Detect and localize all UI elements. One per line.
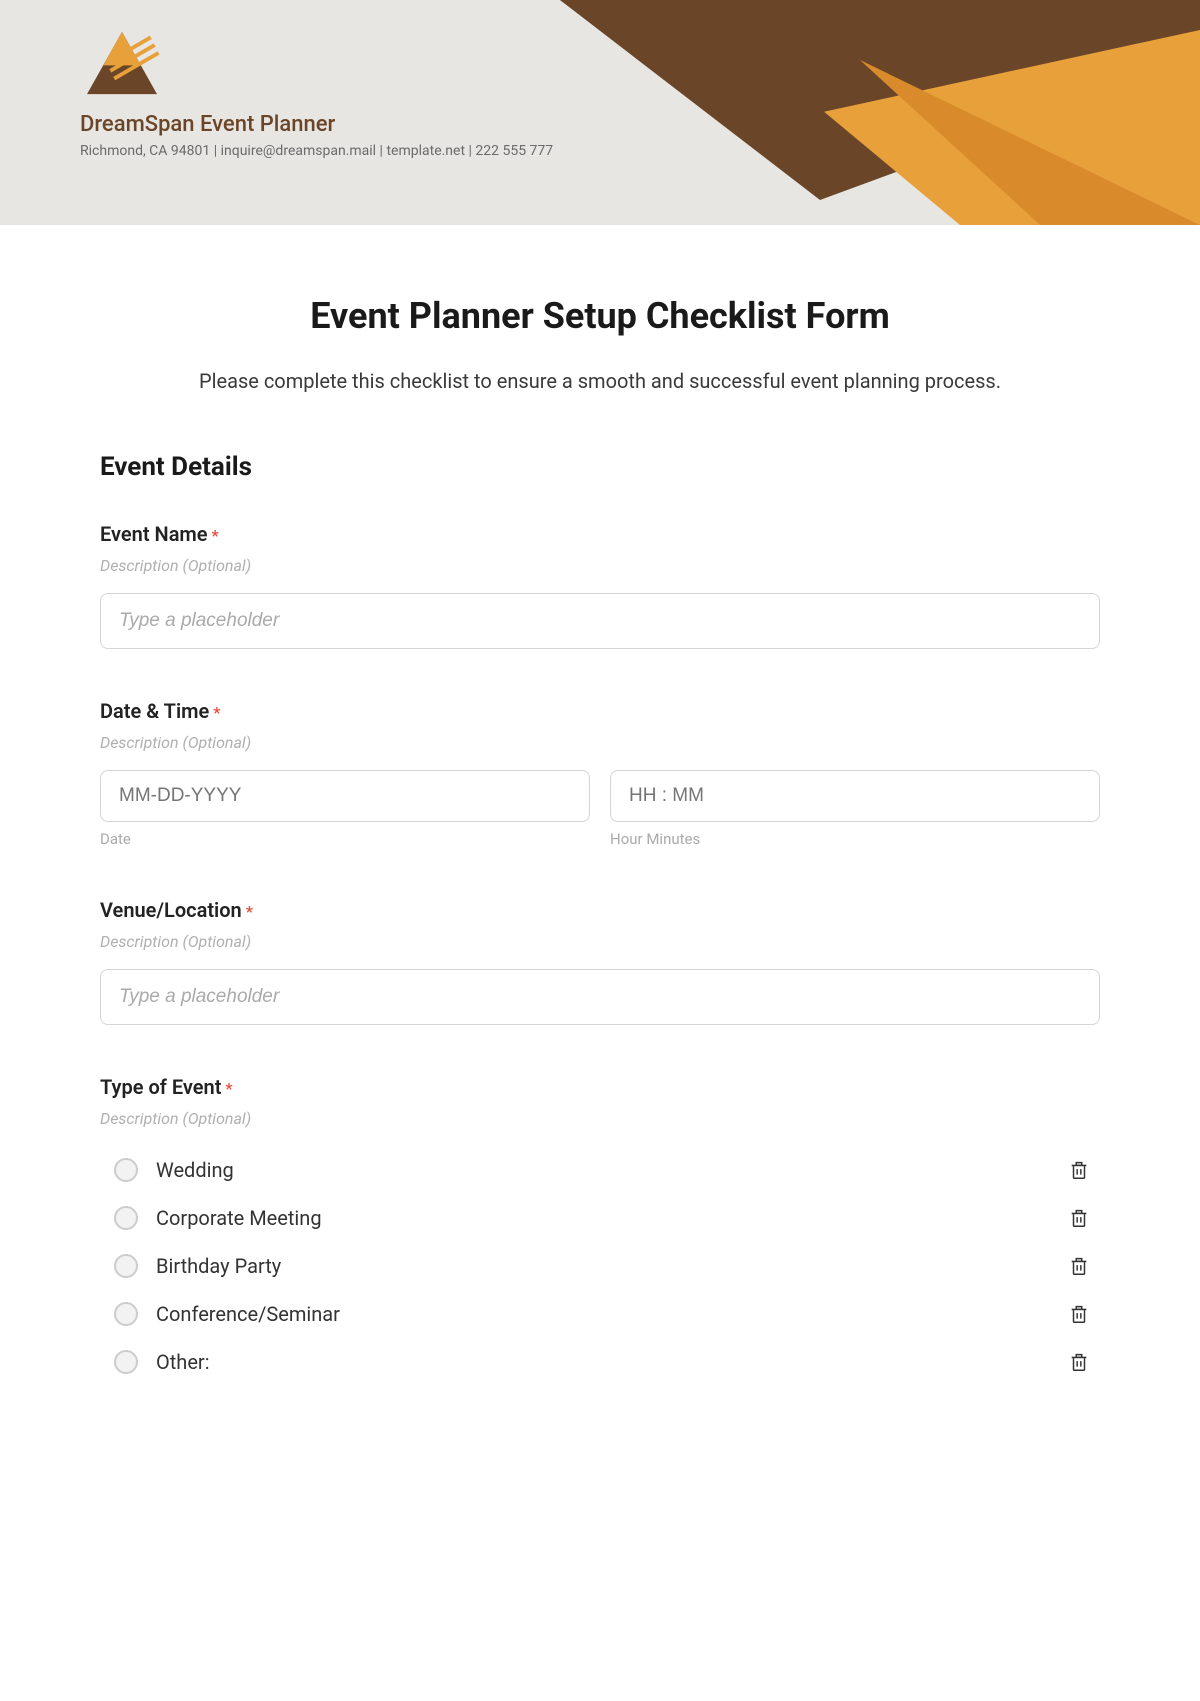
label-event-name: Event Name xyxy=(100,522,208,546)
input-venue[interactable] xyxy=(100,969,1100,1025)
form-intro: Please complete this checklist to ensure… xyxy=(100,365,1100,397)
desc-date-time: Description (Optional) xyxy=(100,733,1100,752)
trash-icon[interactable] xyxy=(1068,1206,1090,1230)
required-mark: * xyxy=(225,1079,232,1098)
radio-row-other: Other: xyxy=(100,1338,1100,1386)
trash-icon[interactable] xyxy=(1068,1350,1090,1374)
radio-label: Conference/Seminar xyxy=(156,1302,1068,1326)
radio-button[interactable] xyxy=(114,1158,138,1182)
radio-button[interactable] xyxy=(114,1302,138,1326)
input-event-name[interactable] xyxy=(100,593,1100,649)
radio-row-birthday-party: Birthday Party xyxy=(100,1242,1100,1290)
desc-venue: Description (Optional) xyxy=(100,932,1100,951)
field-venue: Venue/Location * Description (Optional) xyxy=(100,898,1100,1025)
label-venue: Venue/Location xyxy=(100,898,242,922)
radio-button[interactable] xyxy=(114,1206,138,1230)
desc-event-name: Description (Optional) xyxy=(100,556,1100,575)
field-type-of-event: Type of Event * Description (Optional) W… xyxy=(100,1075,1100,1386)
required-mark: * xyxy=(246,902,253,921)
radio-row-wedding: Wedding xyxy=(100,1146,1100,1194)
radio-row-conference-seminar: Conference/Seminar xyxy=(100,1290,1100,1338)
radio-label: Wedding xyxy=(156,1158,1068,1182)
label-date-time: Date & Time xyxy=(100,699,209,723)
company-logo xyxy=(82,28,162,98)
required-mark: * xyxy=(212,526,219,545)
radio-list-type-of-event: Wedding Corporate Meeting Birthday Party xyxy=(100,1146,1100,1386)
radio-label: Corporate Meeting xyxy=(156,1206,1068,1230)
required-mark: * xyxy=(213,703,220,722)
form-title: Event Planner Setup Checklist Form xyxy=(100,295,1100,337)
sublabel-time: Hour Minutes xyxy=(610,830,1100,848)
trash-icon[interactable] xyxy=(1068,1158,1090,1182)
radio-button[interactable] xyxy=(114,1254,138,1278)
section-title-event-details: Event Details xyxy=(100,452,1100,482)
radio-label: Birthday Party xyxy=(156,1254,1068,1278)
desc-type-of-event: Description (Optional) xyxy=(100,1109,1100,1128)
label-type-of-event: Type of Event xyxy=(100,1075,221,1099)
field-event-name: Event Name * Description (Optional) xyxy=(100,522,1100,649)
sublabel-date: Date xyxy=(100,830,590,848)
input-date[interactable] xyxy=(100,770,590,822)
radio-row-corporate-meeting: Corporate Meeting xyxy=(100,1194,1100,1242)
form-content: Event Planner Setup Checklist Form Pleas… xyxy=(0,225,1200,1426)
header-graphic xyxy=(560,0,1200,225)
trash-icon[interactable] xyxy=(1068,1302,1090,1326)
input-time[interactable] xyxy=(610,770,1100,822)
field-date-time: Date & Time * Description (Optional) Dat… xyxy=(100,699,1100,848)
header-banner: DreamSpan Event Planner Richmond, CA 948… xyxy=(0,0,1200,225)
radio-label: Other: xyxy=(156,1350,1068,1374)
radio-button[interactable] xyxy=(114,1350,138,1374)
trash-icon[interactable] xyxy=(1068,1254,1090,1278)
